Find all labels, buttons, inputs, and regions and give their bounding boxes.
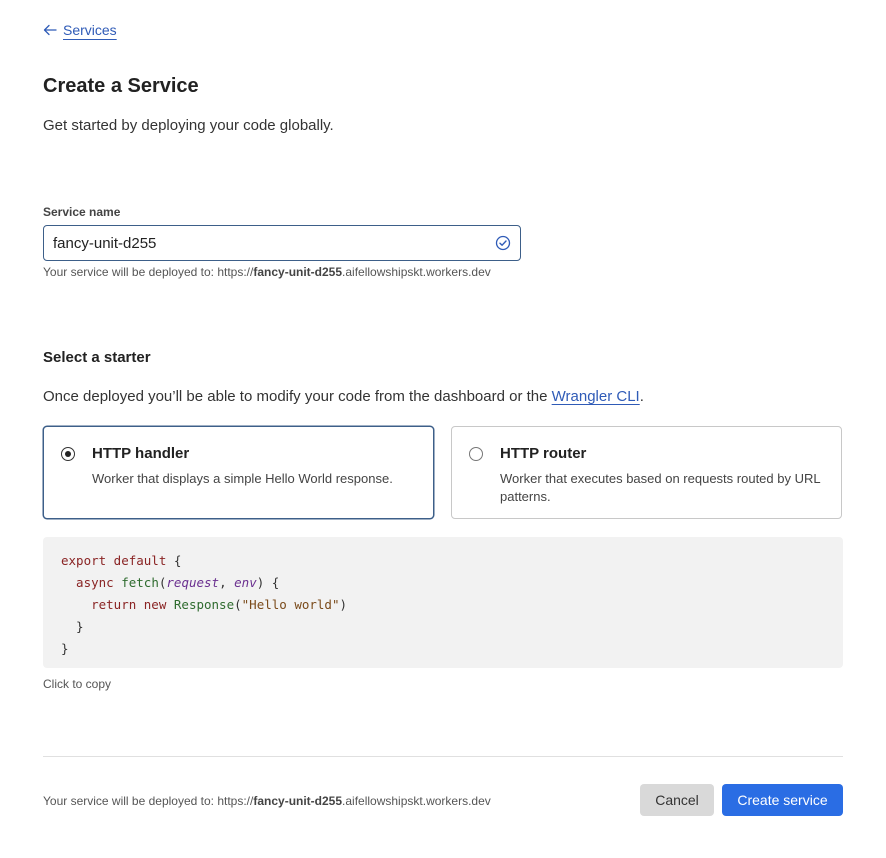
wrangler-cli-link[interactable]: Wrangler CLI bbox=[552, 388, 640, 405]
code-line: return new Response("Hello world") bbox=[61, 594, 825, 616]
code-token: , bbox=[219, 575, 235, 590]
code-token: export default bbox=[61, 553, 174, 568]
starter-desc-text: Once deployed you’ll be able to modify y… bbox=[43, 388, 552, 405]
code-token: { bbox=[173, 553, 182, 568]
back-link-label: Services bbox=[63, 22, 117, 38]
radio-unselected[interactable] bbox=[469, 447, 483, 461]
footer-deploy-url-hint: Your service will be deployed to: https:… bbox=[43, 794, 491, 808]
cancel-button[interactable]: Cancel bbox=[640, 784, 714, 816]
code-token: ) { bbox=[256, 575, 280, 590]
footer-divider bbox=[43, 756, 843, 757]
code-token: } bbox=[61, 641, 69, 656]
starter-option-title: HTTP router bbox=[500, 445, 587, 462]
code-token: async bbox=[61, 575, 122, 590]
deploy-url-domain: .aifellowshipskt.workers.dev bbox=[342, 794, 491, 808]
service-name-field[interactable] bbox=[43, 225, 521, 261]
starter-section-title: Select a starter bbox=[43, 349, 151, 366]
starter-option-http-handler[interactable]: HTTP handler Worker that displays a simp… bbox=[43, 426, 434, 519]
service-name-label: Service name bbox=[43, 205, 121, 219]
deploy-url-name: fancy-unit-d255 bbox=[253, 794, 343, 808]
code-preview[interactable]: export default { async fetch(request, en… bbox=[43, 537, 843, 668]
page-title: Create a Service bbox=[43, 75, 199, 97]
code-token: "Hello world" bbox=[241, 597, 340, 612]
code-token: request bbox=[166, 575, 220, 590]
deploy-url-domain: .aifellowshipskt.workers.dev bbox=[342, 265, 491, 279]
deploy-url-name: fancy-unit-d255 bbox=[253, 265, 343, 279]
code-line: export default { bbox=[61, 550, 825, 572]
page-subtitle: Get started by deploying your code globa… bbox=[43, 117, 334, 134]
create-service-button[interactable]: Create service bbox=[722, 784, 843, 816]
copy-hint: Click to copy bbox=[43, 677, 112, 691]
radio-selected[interactable] bbox=[61, 447, 75, 461]
arrow-left-icon bbox=[43, 24, 57, 36]
starter-desc-suffix: . bbox=[639, 388, 644, 405]
starter-section-desc: Once deployed you’ll be able to modify y… bbox=[43, 388, 644, 405]
code-token: Response bbox=[173, 597, 235, 612]
service-name-input[interactable] bbox=[44, 226, 495, 260]
code-token: ( bbox=[234, 597, 242, 612]
deploy-url-hint: Your service will be deployed to: https:… bbox=[43, 265, 491, 279]
code-line: async fetch(request, env) { bbox=[61, 572, 825, 594]
code-token: return new bbox=[61, 597, 174, 612]
code-line: } bbox=[61, 616, 825, 638]
starter-option-desc: Worker that displays a simple Hello Worl… bbox=[92, 471, 393, 486]
starter-option-title: HTTP handler bbox=[92, 445, 190, 462]
code-token: ) bbox=[339, 597, 348, 612]
code-token: fetch bbox=[121, 575, 159, 590]
starter-option-desc: Worker that executes based on requests r… bbox=[500, 471, 821, 504]
code-token: env bbox=[234, 575, 257, 590]
deploy-url-prefix: Your service will be deployed to: https:… bbox=[43, 265, 254, 279]
back-to-services-link[interactable]: Services bbox=[43, 22, 117, 38]
code-line: } bbox=[61, 638, 825, 660]
deploy-url-prefix: Your service will be deployed to: https:… bbox=[43, 794, 254, 808]
check-circle-icon bbox=[495, 235, 511, 251]
code-token: } bbox=[61, 619, 84, 634]
starter-option-http-router[interactable]: HTTP router Worker that executes based o… bbox=[451, 426, 842, 519]
